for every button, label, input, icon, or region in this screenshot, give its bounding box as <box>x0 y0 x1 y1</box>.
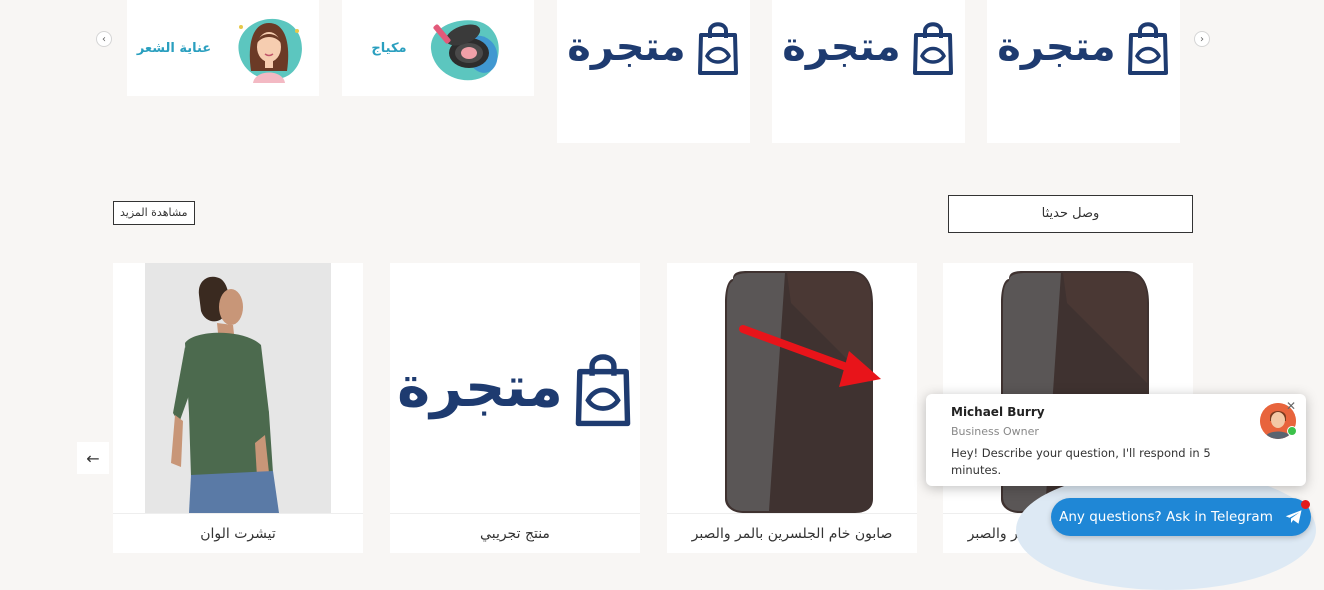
product-card[interactable]: صابون خام الجلسرين بالمر والصبر <box>667 263 917 553</box>
category-card-hair-care[interactable]: عناية الشعر <box>127 0 319 96</box>
store-logo-text: متجرة <box>782 23 901 70</box>
shopping-bag-icon <box>697 21 738 75</box>
chat-popup[interactable]: Michael Burry Business Owner Hey! Descri… <box>926 394 1306 486</box>
view-more-button[interactable]: مشاهدة المزيد <box>113 201 195 225</box>
telegram-plane-icon <box>1285 510 1302 524</box>
shopping-bag-icon <box>912 21 953 75</box>
category-card-makeup[interactable]: مكياج <box>342 0 534 96</box>
chat-agent-role: Business Owner <box>951 425 1039 438</box>
store-logo-text: متجرة <box>567 23 686 70</box>
notification-dot <box>1301 500 1310 509</box>
store-logo-text: متجرة <box>397 355 564 420</box>
product-image-soap <box>725 271 881 513</box>
chat-message: Hey! Describe your question, I'll respon… <box>951 446 1211 477</box>
online-status-indicator <box>1287 426 1297 436</box>
carousel-next-button[interactable]: › <box>1194 31 1210 47</box>
store-logo-text: متجرة <box>997 23 1116 70</box>
category-card-store-3[interactable]: متجرة <box>987 0 1180 143</box>
product-image-tshirt <box>145 263 331 513</box>
carousel-prev-button[interactable]: ‹ <box>96 31 112 47</box>
product-name[interactable]: منتج تجريبي <box>390 514 640 542</box>
category-card-store-2[interactable]: متجرة <box>772 0 965 143</box>
chevron-right-icon: › <box>1200 34 1204 45</box>
category-label-hair-care: عناية الشعر <box>136 40 212 56</box>
category-label-makeup: مكياج <box>371 40 407 56</box>
product-card[interactable]: تيشرت الوان <box>113 263 363 553</box>
product-card[interactable]: متجرة منتج تجريبي <box>390 263 640 553</box>
woman-hair-icon <box>238 18 303 83</box>
telegram-button-label: Any questions? Ask in Telegram <box>1059 509 1273 525</box>
shopping-bag-icon <box>575 354 631 427</box>
products-prev-button[interactable]: ← <box>77 442 109 474</box>
shopping-bag-icon <box>1127 21 1168 75</box>
chat-agent-name: Michael Burry <box>951 405 1045 419</box>
close-icon[interactable]: ✕ <box>1286 399 1296 413</box>
telegram-chat-button[interactable]: Any questions? Ask in Telegram <box>1051 498 1311 536</box>
section-title: وصل حديثا <box>948 195 1193 233</box>
product-name[interactable]: تيشرت الوان <box>113 514 363 542</box>
arrow-left-icon: ← <box>86 448 100 468</box>
makeup-compact-icon <box>430 20 499 81</box>
product-name[interactable]: صابون خام الجلسرين بالمر والصبر <box>667 514 917 542</box>
product-image-store-logo: متجرة <box>397 348 633 428</box>
chevron-left-icon: ‹ <box>102 34 106 45</box>
category-card-store-1[interactable]: متجرة <box>557 0 750 143</box>
